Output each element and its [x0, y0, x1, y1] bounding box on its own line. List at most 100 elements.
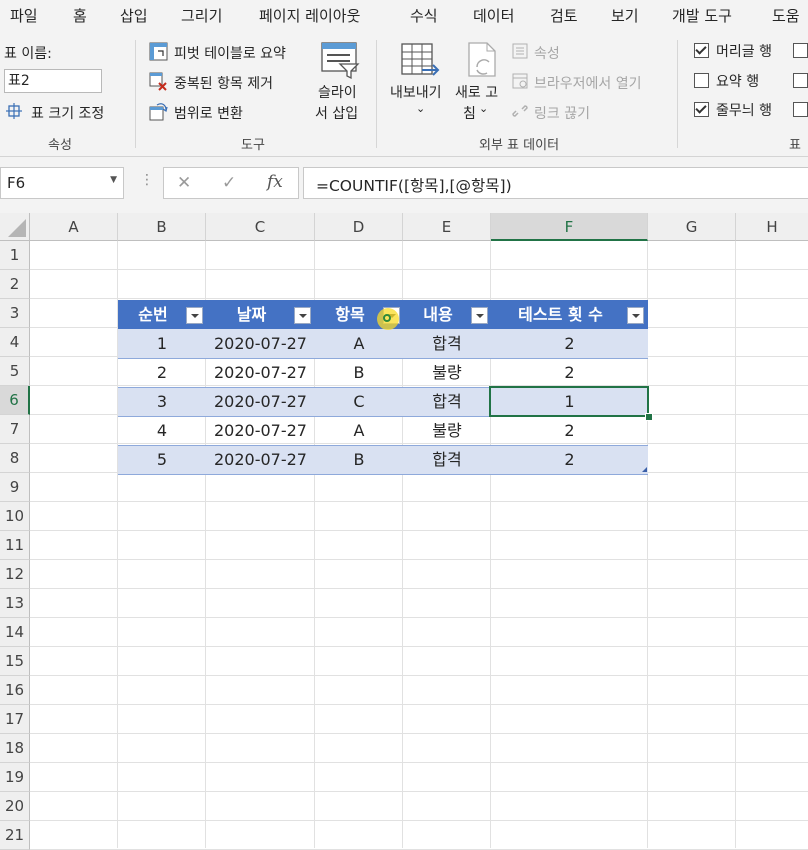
banded-columns-checkbox[interactable] — [793, 102, 808, 117]
row-header[interactable]: 7 — [0, 415, 30, 444]
cancel-icon[interactable]: ✕ — [177, 173, 191, 193]
refresh-dropdown-icon[interactable]: ⌄ — [479, 102, 488, 115]
menu-home[interactable]: 홈 — [73, 5, 87, 26]
properties-button[interactable]: 속성 — [534, 43, 560, 63]
filter-dropdown-date[interactable] — [294, 307, 311, 324]
row-header[interactable]: 15 — [0, 647, 30, 676]
refresh-label-1[interactable]: 새로 고 — [455, 82, 498, 102]
table-cell-date[interactable]: 2020-07-27 — [206, 358, 315, 387]
name-box[interactable]: F6 ▼ — [0, 167, 124, 199]
last-column-checkbox[interactable] — [793, 73, 808, 88]
column-header-e[interactable]: E — [403, 213, 491, 241]
table-cell-item[interactable]: B — [315, 358, 403, 387]
remove-duplicates-button[interactable]: 중복된 항목 제거 — [174, 73, 273, 93]
column-header-a[interactable]: A — [30, 213, 118, 241]
export-icon[interactable] — [400, 40, 440, 80]
table-cell-content[interactable]: 불량 — [403, 416, 491, 445]
row-header[interactable]: 12 — [0, 560, 30, 589]
row-header[interactable]: 1 — [0, 241, 30, 270]
column-header-f[interactable]: F — [491, 213, 648, 241]
row-header[interactable]: 20 — [0, 792, 30, 821]
table-name-input[interactable]: 표2 — [4, 69, 102, 93]
column-header-h[interactable]: H — [736, 213, 808, 241]
menu-page-layout[interactable]: 페이지 레이아웃 — [259, 5, 360, 26]
filter-dropdown-seq[interactable] — [186, 307, 203, 324]
table-cell-test-count[interactable]: 2 — [491, 416, 648, 445]
export-dropdown-icon[interactable]: ⌄ — [416, 102, 425, 115]
table-cell-item[interactable]: C — [315, 387, 403, 416]
refresh-label-2[interactable]: 침 — [463, 103, 476, 123]
menu-draw[interactable]: 그리기 — [181, 5, 222, 26]
row-header[interactable]: 17 — [0, 705, 30, 734]
table-cell-date[interactable]: 2020-07-27 — [206, 387, 315, 416]
name-box-dropdown-icon[interactable]: ▼ — [110, 175, 117, 185]
table-cell-test-count[interactable]: 2 — [491, 445, 648, 474]
table-cell-content[interactable]: 합격 — [403, 387, 491, 416]
menu-formulas[interactable]: 수식 — [410, 5, 438, 26]
row-header[interactable]: 18 — [0, 734, 30, 763]
resize-table-button[interactable]: 표 크기 조정 — [31, 103, 104, 123]
drag-handle-icon[interactable]: ⋮ — [140, 172, 154, 188]
slicer-label-2[interactable]: 서 삽입 — [315, 103, 358, 123]
slicer-icon[interactable] — [320, 40, 360, 80]
menu-view[interactable]: 보기 — [611, 5, 639, 26]
table-cell-content[interactable]: 합격 — [403, 445, 491, 474]
row-header[interactable]: 3 — [0, 299, 30, 328]
unlink-button[interactable]: 링크 끊기 — [534, 103, 590, 123]
row-header[interactable]: 21 — [0, 821, 30, 850]
banded-rows-checkbox[interactable] — [694, 102, 709, 117]
menu-data[interactable]: 데이터 — [473, 5, 514, 26]
row-header[interactable]: 4 — [0, 328, 30, 357]
menu-help[interactable]: 도움 — [772, 5, 800, 26]
fill-handle[interactable] — [645, 413, 653, 421]
enter-icon[interactable]: ✓ — [222, 173, 236, 193]
menu-insert[interactable]: 삽입 — [120, 5, 148, 26]
row-header[interactable]: 16 — [0, 676, 30, 705]
pivot-summarize-button[interactable]: 피벗 테이블로 요약 — [174, 43, 286, 63]
filter-dropdown-test-count[interactable] — [627, 307, 644, 324]
row-header[interactable]: 2 — [0, 270, 30, 299]
row-header[interactable]: 5 — [0, 357, 30, 386]
table-cell-item[interactable]: A — [315, 329, 403, 358]
table-cell-item[interactable]: B — [315, 445, 403, 474]
table-cell-seq[interactable]: 2 — [118, 358, 206, 387]
select-all-corner[interactable] — [0, 213, 30, 241]
table-cell-date[interactable]: 2020-07-27 — [206, 329, 315, 358]
slicer-label-1[interactable]: 슬라이 — [318, 82, 357, 102]
row-header[interactable]: 6 — [0, 386, 30, 415]
table-cell-seq[interactable]: 5 — [118, 445, 206, 474]
table-cell-test-count[interactable]: 2 — [491, 329, 648, 358]
table-cell-test-count[interactable]: 2 — [491, 358, 648, 387]
column-header-c[interactable]: C — [206, 213, 315, 241]
table-cell-item[interactable]: A — [315, 416, 403, 445]
table-cell-seq[interactable]: 3 — [118, 387, 206, 416]
first-column-checkbox[interactable] — [793, 43, 808, 58]
table-cell-content[interactable]: 합격 — [403, 329, 491, 358]
row-header[interactable]: 11 — [0, 531, 30, 560]
column-header-b[interactable]: B — [118, 213, 206, 241]
table-cell-seq[interactable]: 1 — [118, 329, 206, 358]
row-header[interactable]: 14 — [0, 618, 30, 647]
row-header[interactable]: 8 — [0, 444, 30, 473]
table-cell-date[interactable]: 2020-07-27 — [206, 416, 315, 445]
row-header[interactable]: 9 — [0, 473, 30, 502]
row-header[interactable]: 13 — [0, 589, 30, 618]
active-cell-f6[interactable] — [489, 386, 649, 417]
export-button[interactable]: 내보내기 — [390, 82, 442, 102]
formula-input[interactable]: =COUNTIF([항목],[@항목]) — [303, 167, 808, 199]
convert-to-range-button[interactable]: 범위로 변환 — [174, 103, 243, 123]
table-cell-content[interactable]: 불량 — [403, 358, 491, 387]
open-in-browser-button[interactable]: 브라우저에서 열기 — [534, 73, 642, 93]
total-row-checkbox[interactable] — [694, 73, 709, 88]
header-row-checkbox[interactable] — [694, 43, 709, 58]
table-resize-handle[interactable] — [642, 467, 647, 472]
table-cell-seq[interactable]: 4 — [118, 416, 206, 445]
insert-function-icon[interactable]: fx — [267, 172, 283, 192]
column-header-d[interactable]: D — [315, 213, 403, 241]
row-header[interactable]: 10 — [0, 502, 30, 531]
table-cell-date[interactable]: 2020-07-27 — [206, 445, 315, 474]
row-header[interactable]: 19 — [0, 763, 30, 792]
column-header-g[interactable]: G — [648, 213, 736, 241]
menu-developer[interactable]: 개발 도구 — [672, 5, 732, 26]
menu-file[interactable]: 파일 — [10, 5, 38, 26]
